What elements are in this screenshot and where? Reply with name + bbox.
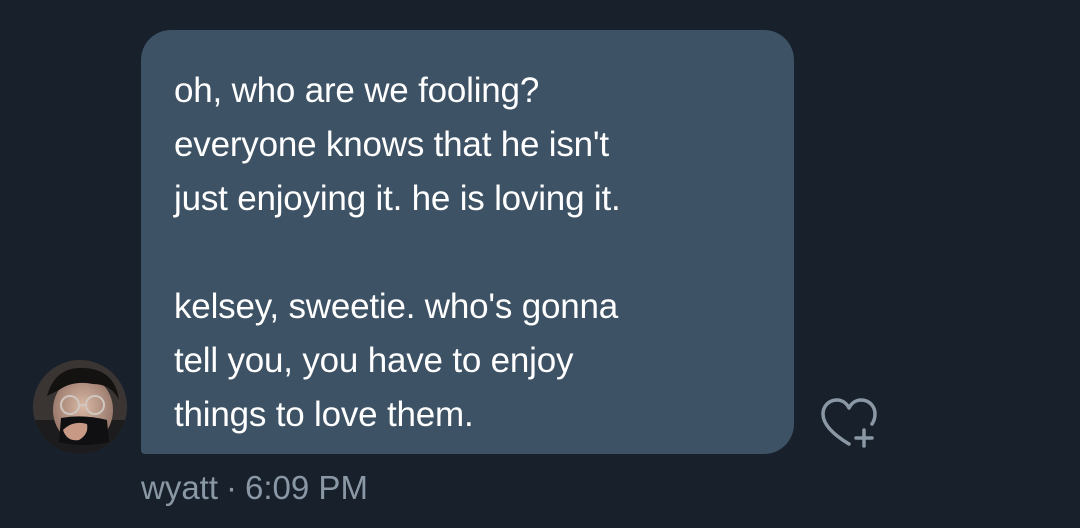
sender-name[interactable]: wyatt xyxy=(141,469,218,506)
message-meta: wyatt · 6:09 PM xyxy=(141,466,368,510)
message-bubble[interactable]: oh, who are we fooling? everyone knows t… xyxy=(141,30,794,454)
heart-plus-icon xyxy=(821,398,877,448)
avatar[interactable] xyxy=(33,360,127,454)
message-timestamp: 6:09 PM xyxy=(245,469,368,506)
react-button[interactable] xyxy=(819,396,879,450)
received-message-row: oh, who are we fooling? everyone knows t… xyxy=(0,0,1080,528)
dm-conversation: oh, who are we fooling? everyone knows t… xyxy=(0,0,1080,528)
message-text: oh, who are we fooling? everyone knows t… xyxy=(174,71,621,434)
avatar-image xyxy=(33,360,127,454)
meta-separator: · xyxy=(226,469,238,506)
